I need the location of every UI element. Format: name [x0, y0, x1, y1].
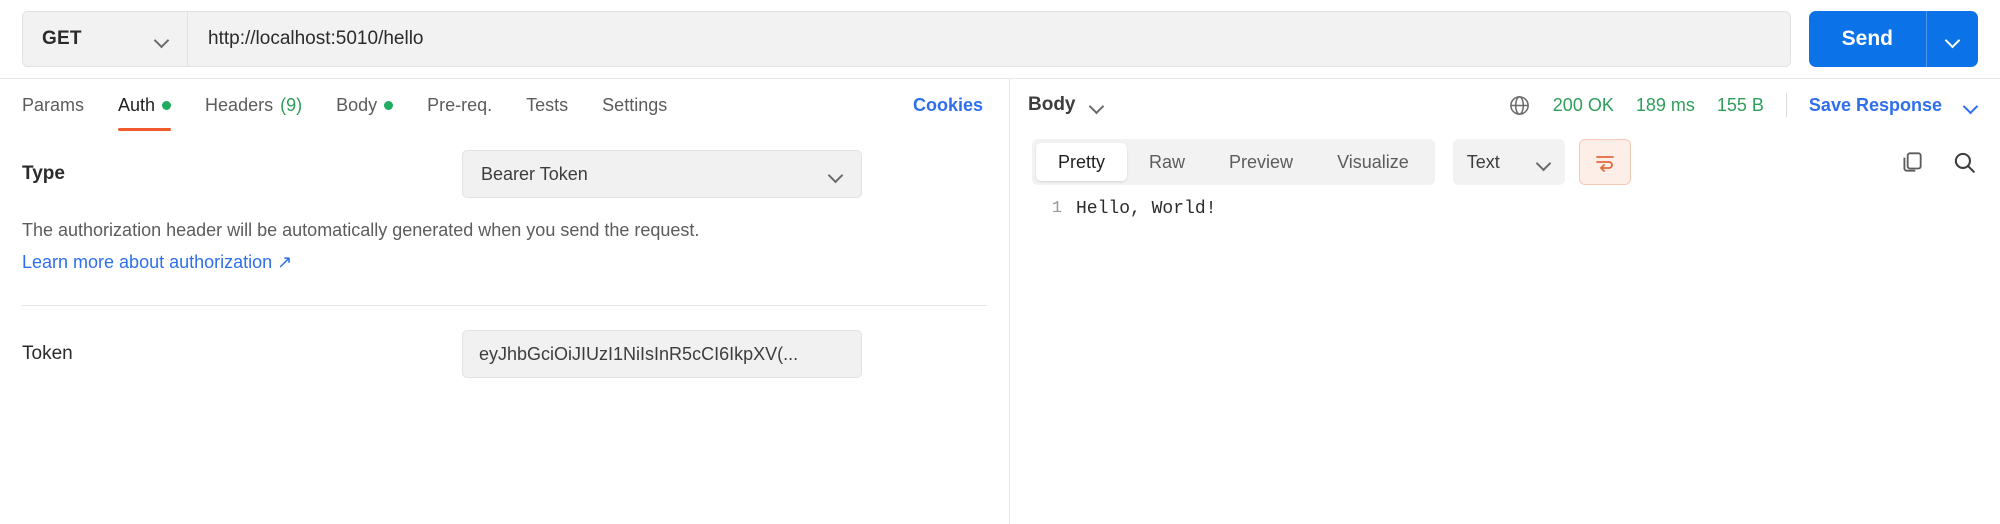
tab-headers[interactable]: Headers (9) [188, 79, 319, 131]
url-bar: GET Send [0, 0, 2000, 78]
chevron-down-icon [155, 35, 169, 44]
url-input-wrap [188, 12, 1790, 66]
chevron-down-icon [829, 170, 843, 179]
response-status: 200 OK [1552, 94, 1614, 115]
tab-params[interactable]: Params [22, 79, 101, 131]
response-tool-actions [1898, 148, 1978, 176]
cookies-link[interactable]: Cookies [913, 95, 987, 116]
tab-pretty[interactable]: Pretty [1036, 143, 1128, 181]
send-button[interactable]: Send [1808, 11, 1926, 67]
tab-tests[interactable]: Tests [509, 79, 585, 131]
response-body-content[interactable]: 1 Hello, World! [1010, 193, 2000, 524]
tab-pre-request[interactable]: Pre-req. [410, 79, 509, 131]
auth-panel: Type Bearer Token The authorization head… [0, 131, 1009, 524]
send-options-button[interactable] [1926, 11, 1978, 67]
response-meta: 200 OK 189 ms 155 B Save Response [1508, 93, 1978, 117]
line-content: Hello, World! [1076, 199, 1217, 219]
status-dot-icon [162, 100, 172, 110]
response-header-bar: Body 200 OK 189 ms 155 B Save Response [1010, 79, 2000, 131]
copy-icon[interactable] [1898, 148, 1926, 176]
tab-settings[interactable]: Settings [585, 79, 684, 131]
chevron-down-icon [1090, 101, 1104, 110]
auth-token-row: Token [0, 306, 1009, 402]
learn-more-authorization-link[interactable]: Learn more about authorization ↗ [22, 249, 292, 275]
http-method-label: GET [42, 28, 82, 49]
divider [1785, 93, 1787, 117]
line-number: 1 [1051, 199, 1062, 218]
response-body-menu-label: Body [1028, 94, 1076, 115]
response-time: 189 ms [1635, 94, 1695, 115]
tab-label: Settings [602, 94, 668, 115]
tab-visualize[interactable]: Visualize [1315, 143, 1431, 181]
tab-label: Tests [526, 94, 569, 115]
auth-description-block: The authorization header will be automat… [0, 217, 1009, 275]
chevron-down-icon [1537, 158, 1551, 167]
status-dot-icon [384, 100, 394, 110]
tab-auth[interactable]: Auth [101, 79, 188, 131]
request-tab-bar: Params Auth Headers (9) Body Pre-req. Te… [0, 79, 1009, 131]
chevron-down-icon[interactable] [1964, 101, 1978, 110]
url-group: GET [22, 11, 1791, 67]
globe-icon [1508, 94, 1531, 117]
tab-count-badge: (9) [280, 94, 303, 115]
url-input[interactable] [208, 28, 1770, 50]
send-group: Send [1808, 11, 1978, 67]
response-format-select[interactable]: Text [1452, 139, 1565, 185]
tab-raw[interactable]: Raw [1127, 143, 1207, 181]
main-split: Params Auth Headers (9) Body Pre-req. Te… [0, 78, 2000, 524]
auth-type-select[interactable]: Bearer Token [462, 150, 862, 198]
tab-preview[interactable]: Preview [1207, 143, 1315, 181]
http-method-select[interactable]: GET [23, 12, 188, 66]
request-pane: Params Auth Headers (9) Body Pre-req. Te… [0, 79, 1010, 524]
tab-label: Headers [205, 94, 274, 115]
wrap-lines-button[interactable] [1578, 139, 1631, 185]
auth-type-label: Type [22, 163, 65, 184]
tab-label: Auth [118, 94, 156, 115]
auth-token-label: Token [22, 343, 73, 365]
code-line: 1 Hello, World! [1010, 199, 2000, 219]
response-pane: Body 200 OK 189 ms 155 B Save Response P… [1010, 79, 2000, 524]
response-view-tabs: Pretty Raw Preview Visualize [1032, 139, 1435, 185]
tab-label: Body [336, 94, 378, 115]
tab-body[interactable]: Body [319, 79, 410, 131]
response-format-value: Text [1466, 151, 1500, 172]
postman-request-response-view: GET Send Params Auth [0, 0, 2000, 524]
response-body-menu[interactable]: Body [1028, 94, 1104, 116]
chevron-down-icon [1946, 35, 1960, 44]
auth-token-input[interactable] [462, 330, 862, 379]
tab-label: Params [22, 94, 85, 115]
response-toolbar: Pretty Raw Preview Visualize Text [1010, 131, 2000, 193]
auth-type-value: Bearer Token [481, 163, 588, 184]
auth-type-row: Type Bearer Token [0, 131, 1009, 217]
search-icon[interactable] [1950, 148, 1978, 176]
auth-description-text: The authorization header will be automat… [22, 220, 700, 240]
tab-label: Pre-req. [427, 94, 493, 115]
save-response-button[interactable]: Save Response [1809, 95, 1942, 116]
response-size: 155 B [1716, 94, 1764, 115]
